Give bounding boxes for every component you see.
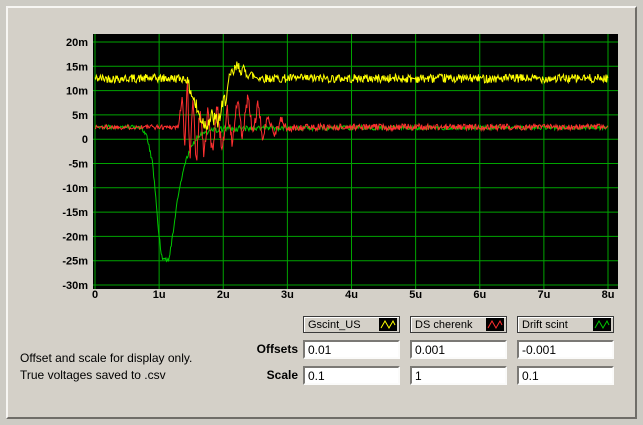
legend-label: Drift scint [522, 319, 568, 331]
x-tick-label: 8u [602, 289, 615, 301]
scale-input-3[interactable] [517, 366, 614, 385]
legend-label: DS cherenk [415, 319, 472, 331]
y-tick-label: -25m [62, 256, 88, 268]
offset-input-1[interactable] [303, 340, 400, 359]
y-tick-label: 0 [82, 134, 88, 146]
waveform-graph: 0 1u 2u 3u 4u 5u 6u 7u 8u 20m 15m 10m 5m 0 -5m -10m -15m… [28, 30, 624, 304]
scale-input-1[interactable] [303, 366, 400, 385]
x-tick-label: 0 [92, 289, 98, 301]
x-tick-label: 5u [409, 289, 422, 301]
waveform-glyph-icon [593, 318, 611, 331]
offset-input-2[interactable] [410, 340, 507, 359]
x-tick-label: 4u [345, 289, 358, 301]
y-tick-label: 20m [66, 37, 88, 49]
x-tick-label: 3u [281, 289, 294, 301]
y-tick-label: -20m [62, 231, 88, 243]
x-tick-label: 7u [537, 289, 550, 301]
legend-item-ds-cherenk[interactable]: DS cherenk [410, 316, 507, 333]
y-tick-label: 15m [66, 61, 88, 73]
plot-background [93, 34, 618, 289]
y-tick-label: -5m [68, 159, 88, 171]
scale-input-2[interactable] [410, 366, 507, 385]
offset-input-3[interactable] [517, 340, 614, 359]
scale-label: Scale [238, 366, 298, 385]
x-tick-label: 6u [473, 289, 486, 301]
front-panel: 0 1u 2u 3u 4u 5u 6u 7u 8u 20m 15m 10m 5m 0 -5m -10m -15m… [0, 0, 643, 425]
offsets-label: Offsets [238, 340, 298, 359]
display-note-line1: Offset and scale for display only. [20, 350, 192, 367]
legend-item-drift-scint[interactable]: Drift scint [517, 316, 614, 333]
display-note: Offset and scale for display only. True … [20, 350, 192, 384]
y-tick-label: -30m [62, 280, 88, 292]
y-tick-label: 5m [72, 110, 88, 122]
y-tick-label: -10m [62, 183, 88, 195]
x-tick-label: 2u [217, 289, 230, 301]
x-tick-label: 1u [153, 289, 166, 301]
legend-label: Gscint_US [308, 319, 361, 331]
display-note-line2: True voltages saved to .csv [20, 367, 192, 384]
y-tick-label: 10m [66, 86, 88, 98]
y-tick-label: -15m [62, 207, 88, 219]
legend-item-gscint-us[interactable]: Gscint_US [303, 316, 400, 333]
waveform-glyph-icon [486, 318, 504, 331]
waveform-glyph-icon [379, 318, 397, 331]
